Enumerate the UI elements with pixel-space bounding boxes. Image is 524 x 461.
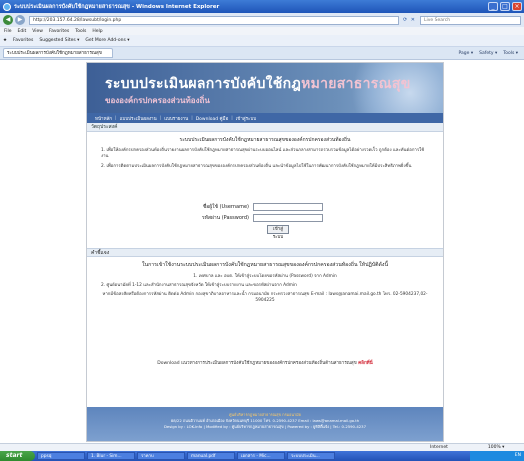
- password-row: รหัสผ่าน (Password): [87, 214, 443, 223]
- back-button[interactable]: ◀: [3, 15, 13, 25]
- login-button[interactable]: เข้าสู่ระบบ: [267, 225, 289, 240]
- command-bar: Page ▾ Safety ▾ Tools ▾: [459, 51, 524, 56]
- tools-menu[interactable]: Tools ▾: [503, 51, 518, 56]
- site-footer: ศูนย์บริหารกฎหมายสาธารณสุข กรมอนามัย 88/…: [87, 407, 443, 441]
- tab-bar: ระบบประเมินผลการบังคับใช้กฎหมายสาธารณสุข…: [0, 47, 524, 60]
- nav-report[interactable]: แบบรายงาน: [164, 115, 188, 122]
- window-title-bar: ระบบประเมินผลการบังคับใช้กฎหมายสาธารณสุข…: [0, 0, 524, 13]
- login-form: ชื่อผู้ใช้ (Username) รหัสผ่าน (Password…: [87, 203, 443, 240]
- nav-login[interactable]: เข้าสู่ระบบ: [236, 115, 256, 122]
- favorites-button[interactable]: Favorites: [13, 38, 33, 43]
- close-button[interactable]: ×: [512, 2, 522, 11]
- site-nav: หน้าหลัก | แบบประเมินผลงาน | แบบรายงาน | Do…: [87, 113, 443, 123]
- nav-home[interactable]: หน้าหลัก: [95, 115, 112, 122]
- minimize-button[interactable]: _: [488, 2, 498, 11]
- objective-section: ระบบประเมินผลการบังคับใช้กฎหมายสาธารณสุข…: [87, 132, 443, 170]
- window-title: ระบบประเมินผลการบังคับใช้กฎหมายสาธารณสุข…: [14, 3, 220, 10]
- menu-help[interactable]: Help: [92, 29, 102, 34]
- howto-title: ในการเข้าใช้งานระบบประเมินผลการบังคับใช้…: [142, 262, 388, 268]
- search-input[interactable]: Live Search: [419, 15, 521, 25]
- howto-section: ในการเข้าใช้งานระบบประเมินผลการบังคับใช้…: [87, 261, 443, 307]
- download-line: Download แนวทางการประเมินผลการบังคับใช้ก…: [87, 359, 443, 366]
- menu-favorites[interactable]: Favorites: [49, 29, 69, 34]
- site-title: ระบบประเมินผลการบังคับใช้กฎหมายสาธารณสุข: [105, 73, 411, 95]
- address-input[interactable]: http://203.157.64.28/lawsubt/login.php: [29, 15, 399, 25]
- menu-tools[interactable]: Tools: [75, 29, 86, 34]
- howto-paragraph-3: หากมีข้อสงสัยหรือต้องการรหัสผ่าน ติดต่อ …: [102, 292, 428, 303]
- menu-bar: File Edit View Favorites Tools Help: [0, 27, 524, 35]
- username-input[interactable]: [253, 203, 323, 211]
- objective-title: ระบบประเมินผลการบังคับใช้กฎหมายสาธารณสุข…: [179, 137, 351, 143]
- site-title-part1: ระบบประเมินผลการบังคับใช้กฎ: [105, 76, 302, 92]
- menu-view[interactable]: View: [32, 29, 43, 34]
- objective-paragraph-2: 2. เพื่อการติดตามประเมินผลการบังคับใช้กฎ…: [101, 164, 412, 169]
- username-row: ชื่อผู้ใช้ (Username): [87, 203, 443, 212]
- objective-header: วัตถุประสงค์: [87, 123, 443, 132]
- howto-header: คำชี้แจง: [87, 248, 443, 257]
- nav-assessment[interactable]: แบบประเมินผลงาน: [120, 115, 157, 122]
- forward-button[interactable]: ▶: [15, 15, 25, 25]
- nav-download[interactable]: Download คู่มือ: [196, 115, 228, 122]
- browser-viewport: ระบบประเมินผลการบังคับใช้กฎหมายสาธารณสุข…: [0, 60, 524, 443]
- favorites-bar: ★ Favorites Suggested Sites ▾ Get More A…: [0, 35, 524, 47]
- download-text: Download แนวทางการประเมินผลการบังคับใช้ก…: [157, 361, 357, 366]
- howto-paragraph-2: 2. ศูนย์อนามัยที่ 1-12 และสำนักงานสาธารณ…: [101, 283, 297, 288]
- objective-paragraph-1: 1. เพื่อให้องค์กรปกครองส่วนท้องถิ่นรายงา…: [101, 148, 425, 159]
- web-page: ระบบประเมินผลการบังคับใช้กฎหมายสาธารณสุข…: [86, 62, 444, 442]
- status-zone: Internet: [430, 445, 448, 450]
- menu-edit[interactable]: Edit: [18, 29, 27, 34]
- taskbar-item[interactable]: 1. Blur - Sim...: [87, 452, 135, 460]
- maximize-button[interactable]: □: [500, 2, 510, 11]
- status-bar: Internet 100% ▾: [0, 443, 524, 451]
- username-label: ชื่อผู้ใช้ (Username): [202, 204, 249, 210]
- address-toolbar: ◀ ▶ http://203.157.64.28/lawsubt/login.p…: [0, 13, 524, 27]
- site-subtitle: ขององค์กรปกครองส่วนท้องถิ่น: [105, 96, 210, 105]
- favorites-star-icon: ★: [3, 38, 8, 43]
- footer-line-3: Design by : LOK-Info | Modified by : ศูน…: [163, 424, 367, 429]
- refresh-stop-icons[interactable]: ⟳ ✕: [403, 17, 416, 23]
- tab-current[interactable]: ระบบประเมินผลการบังคับใช้กฎหมายสาธารณสุข: [3, 48, 113, 58]
- taskbar-item[interactable]: ppsq: [37, 452, 85, 460]
- zoom-control[interactable]: 100% ▾: [488, 445, 505, 450]
- site-title-part2: หมายสาธารณสุข: [301, 76, 411, 92]
- taskbar-item[interactable]: เอกสาร - Mic...: [237, 452, 285, 460]
- windows-taskbar: start ppsq 1. Blur - Sim... ราคาบ manual…: [0, 451, 524, 461]
- download-link[interactable]: คลิกที่นี่: [358, 361, 373, 366]
- taskbar-item[interactable]: manual.pdf: [187, 452, 235, 460]
- get-addons-link[interactable]: Get More Add-ons ▾: [85, 38, 129, 43]
- suggested-sites-link[interactable]: Suggested Sites ▾: [39, 38, 79, 43]
- site-banner: ระบบประเมินผลการบังคับใช้กฎหมายสาธารณสุข…: [87, 63, 443, 113]
- password-input[interactable]: [253, 214, 323, 222]
- taskbar-item[interactable]: ระบบประเมิน...: [287, 452, 335, 460]
- menu-file[interactable]: File: [4, 29, 12, 34]
- ie-logo-icon: [3, 2, 11, 11]
- taskbar-item[interactable]: ราคาบ: [137, 452, 185, 460]
- howto-paragraph-1: 1. เทศบาล และ อบต. ให้เข้าสู่ระบบโดยขอรห…: [193, 274, 337, 279]
- page-menu[interactable]: Page ▾: [459, 51, 474, 56]
- system-tray: EN: [470, 451, 524, 461]
- start-button[interactable]: start: [0, 451, 35, 461]
- safety-menu[interactable]: Safety ▾: [479, 51, 497, 56]
- password-label: รหัสผ่าน (Password): [201, 215, 249, 221]
